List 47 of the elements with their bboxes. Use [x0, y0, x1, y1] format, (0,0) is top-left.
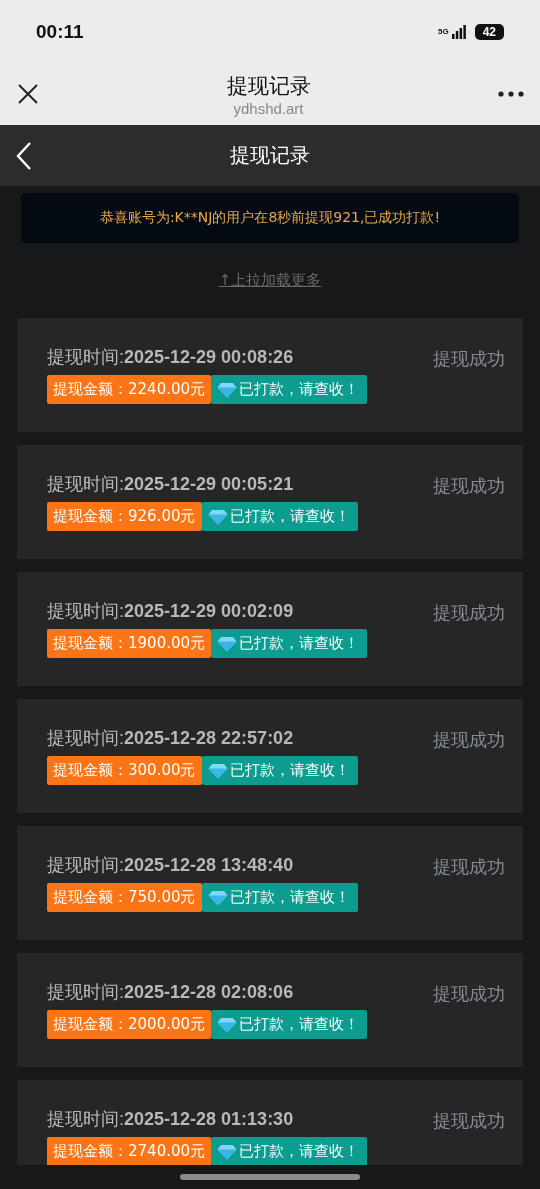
status-label: 提现成功 [433, 728, 505, 752]
withdraw-time: 提现时间:2025-12-28 01:13:30 [47, 1108, 295, 1131]
withdraw-time: 提现时间:2025-12-28 22:57:02 [47, 727, 295, 750]
load-more-hint: ↑上拉加载更多 [218, 271, 322, 290]
page-title: 提现记录 [226, 72, 311, 100]
status-label: 提现成功 [433, 1109, 505, 1133]
amount-tag: 提现金额：300.00元 [47, 756, 202, 785]
diamond-icon [207, 508, 228, 525]
diamond-icon [207, 889, 228, 906]
amount-tag: 提现金额：926.00元 [47, 502, 202, 531]
notice-banner: 恭喜账号为:K**NJ的用户在8秒前提现921,已成功打款! [21, 193, 519, 243]
diamond-icon [217, 1143, 238, 1160]
network-label: 5G [437, 27, 449, 36]
more-icon[interactable] [498, 91, 524, 97]
withdraw-time: 提现时间:2025-12-29 00:05:21 [47, 473, 295, 496]
paid-text: 已打款，请查收！ [229, 507, 350, 526]
amount-tag: 提现金额：2240.00元 [47, 375, 212, 404]
withdraw-time: 提现时间:2025-12-28 02:08:06 [47, 981, 295, 1004]
withdraw-time: 提现时间:2025-12-29 00:08:26 [47, 346, 295, 369]
paid-text: 已打款，请查收！ [239, 634, 360, 653]
status-label: 提现成功 [433, 982, 505, 1006]
withdraw-time: 提现时间:2025-12-29 00:02:09 [47, 600, 295, 623]
close-icon[interactable] [17, 83, 39, 105]
diamond-icon [217, 1016, 238, 1033]
diamond-icon [217, 381, 238, 398]
header-title: 提现记录 [230, 142, 310, 169]
amount-tag: 提现金额：1900.00元 [47, 629, 212, 658]
amount-tag: 提现金额：2740.00元 [47, 1137, 212, 1165]
paid-text: 已打款，请查收！ [229, 761, 350, 780]
paid-text: 已打款，请查收！ [229, 888, 350, 907]
status-label: 提现成功 [433, 601, 505, 625]
status-label: 提现成功 [433, 347, 505, 371]
paid-text: 已打款，请查收！ [239, 1142, 360, 1161]
withdraw-time: 提现时间:2025-12-28 13:48:40 [47, 854, 295, 877]
battery-level: 42 [474, 23, 504, 40]
paid-text: 已打款，请查收！ [239, 380, 360, 399]
domain-label: ydhshd.art [233, 99, 304, 117]
back-icon[interactable] [16, 140, 32, 171]
signal-icon [451, 24, 466, 39]
status-label: 提现成功 [433, 855, 505, 879]
status-label: 提现成功 [433, 474, 505, 498]
amount-tag: 提现金额：750.00元 [47, 883, 202, 912]
amount-tag: 提现金额：2000.00元 [47, 1010, 212, 1039]
paid-text: 已打款，请查收！ [239, 1015, 360, 1034]
status-time: 00:11 [36, 20, 84, 43]
diamond-icon [217, 635, 238, 652]
diamond-icon [207, 762, 228, 779]
